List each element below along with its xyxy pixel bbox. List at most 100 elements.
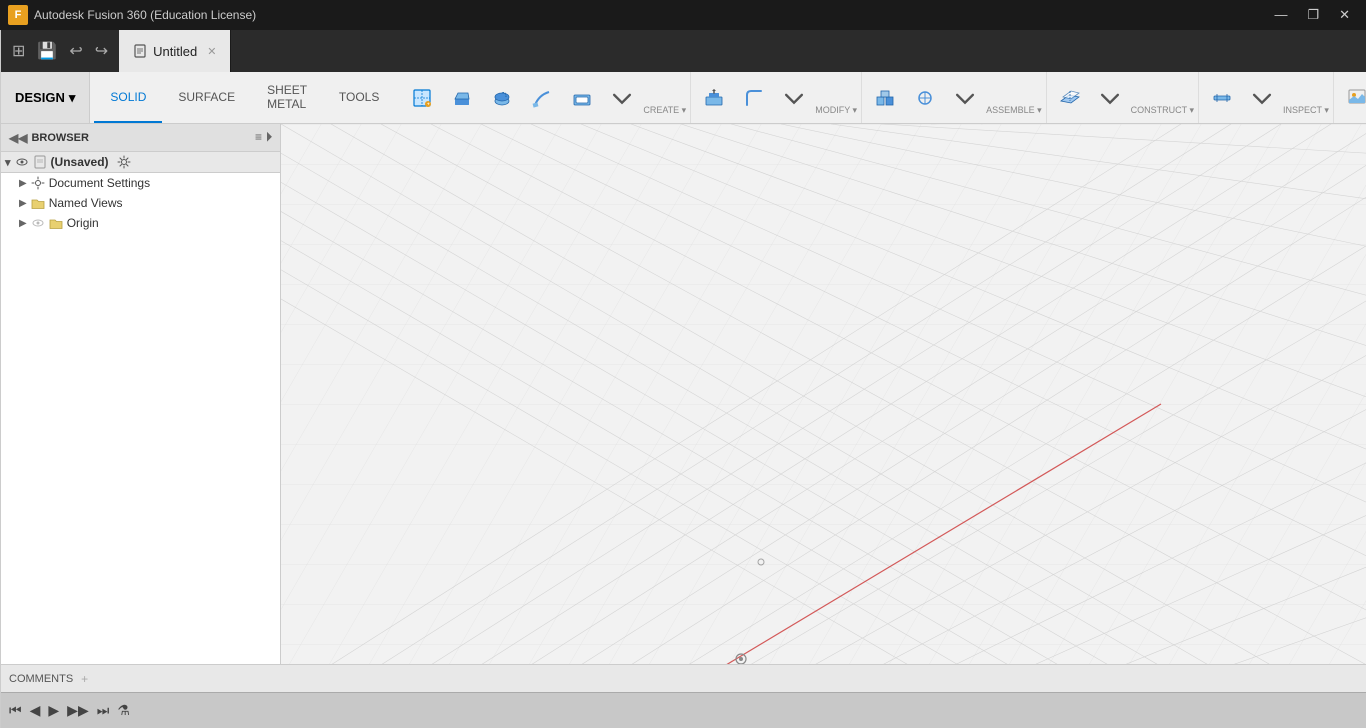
browser-origin-arrow: ▶ <box>19 218 27 229</box>
browser-named-views-label: Named Views <box>49 196 123 210</box>
close-button[interactable]: ✕ <box>1331 5 1358 25</box>
more-modify-button[interactable] <box>775 77 813 119</box>
fillet-button[interactable] <box>735 77 773 119</box>
browser-eye-icon[interactable] <box>15 155 29 169</box>
timeline-filter-icon[interactable]: ⚗ <box>117 702 130 719</box>
browser-settings-small-icon <box>31 176 45 190</box>
browser-origin-label: Origin <box>67 216 99 230</box>
browser-doc-settings-item[interactable]: ▶ Document Settings <box>1 173 280 193</box>
browser-content: ▾ (Unsaved) <box>1 152 280 664</box>
component-button[interactable] <box>866 77 904 119</box>
tab-grid-icon[interactable]: ⊞ <box>9 41 28 61</box>
timeline-next-button[interactable]: ▶▶ <box>67 702 89 719</box>
viewport[interactable]: Z Y X <box>281 124 1366 664</box>
press-pull-button[interactable] <box>695 77 733 119</box>
tabs-area: Untitled ✕ <box>119 30 1366 72</box>
browser-origin-item[interactable]: ▶ Origin <box>1 213 280 233</box>
design-mode-button[interactable]: DESIGN ▾ <box>1 72 90 123</box>
titlebar: F Autodesk Fusion 360 (Education License… <box>0 0 1366 30</box>
timeline-area: ⏮ ◀ ▶ ▶▶ ⏭ ⚗ ⚙ <box>1 692 1366 728</box>
toolbar-group-inspect: INSPECT ▾ <box>1199 72 1334 123</box>
assemble-label: ASSEMBLE ▾ <box>986 105 1042 119</box>
workspace: ◀◀ BROWSER ≡ ⏵ ▾ <box>1 124 1366 664</box>
right-panel: ⊞ 💾 ↩ ↪ Untitled ✕ ＋ <box>1 30 1366 728</box>
revolve-button[interactable] <box>483 77 521 119</box>
browser-doc-icon <box>33 155 47 169</box>
tab-bar: ⊞ 💾 ↩ ↪ Untitled ✕ ＋ <box>1 30 1366 72</box>
toolbar-group-assemble: ASSEMBLE ▾ <box>862 72 1047 123</box>
minimize-button[interactable]: — <box>1266 5 1295 25</box>
timeline-play-button[interactable]: ▶ <box>48 702 59 719</box>
construct-label: CONSTRUCT ▾ <box>1131 105 1194 119</box>
grid-canvas <box>281 124 1366 664</box>
browser-root-item[interactable]: ▾ (Unsaved) <box>1 152 280 173</box>
toolbar-groups: + <box>399 72 1366 123</box>
tab-undo-icon[interactable]: ↩ <box>66 41 85 61</box>
browser-header-left: ◀◀ BROWSER <box>9 131 89 145</box>
main-layout: Fabricio Cuba ▾ ALL PROJECTS ▾ New Proje… <box>0 30 1366 728</box>
more-assemble-button[interactable] <box>946 77 984 119</box>
tab-close-button[interactable]: ✕ <box>207 45 216 58</box>
maximize-button[interactable]: ❐ <box>1299 5 1327 25</box>
design-label: DESIGN <box>15 90 65 105</box>
comments-expand-icon[interactable]: + <box>81 672 88 686</box>
fusion-logo: F <box>8 5 28 25</box>
browser-doc-settings-label: Document Settings <box>49 176 150 190</box>
tab-title: Untitled <box>153 44 197 59</box>
toolbar-group-construct: CONSTRUCT ▾ <box>1047 72 1199 123</box>
browser-folder-icon <box>31 196 45 210</box>
timeline-prev-button[interactable]: ◀ <box>30 702 41 719</box>
joint-button[interactable] <box>906 77 944 119</box>
browser-menu-icon[interactable]: ≡ <box>255 130 262 145</box>
shell-button[interactable] <box>563 77 601 119</box>
comments-bar: COMMENTS + ⟳ ⊕ 🔒 🔍 ⊡ ⊞ ▦ ⋯ ⏸ <box>1 664 1366 692</box>
tab-tools[interactable]: TOOLS <box>323 72 395 123</box>
tab-untitled[interactable]: Untitled ✕ <box>119 30 231 72</box>
toolbar: DESIGN ▾ SOLID SURFACE SHEET METAL TOOLS <box>1 72 1366 124</box>
tab-surface[interactable]: SURFACE <box>162 72 251 123</box>
timeline-to-end-button[interactable]: ⏭ <box>97 702 110 719</box>
extrude-button[interactable] <box>443 77 481 119</box>
browser-header-right: ≡ ⏵ <box>255 130 272 145</box>
mode-tabs: SOLID SURFACE SHEET METAL TOOLS <box>90 72 399 123</box>
tab-solid[interactable]: SOLID <box>94 72 162 123</box>
browser-root-name: (Unsaved) <box>51 155 109 169</box>
browser-origin-eye-icon[interactable] <box>31 216 45 230</box>
timeline-to-start-button[interactable]: ⏮ <box>9 702 22 719</box>
browser-header: ◀◀ BROWSER ≡ ⏵ <box>1 124 280 152</box>
svg-text:+: + <box>427 101 430 106</box>
browser-named-views-item[interactable]: ▶ Named Views <box>1 193 280 213</box>
modify-label: MODIFY ▾ <box>815 105 857 119</box>
browser-title-label: BROWSER <box>31 132 88 144</box>
more-construct-button[interactable] <box>1091 77 1129 119</box>
browser-origin-folder-icon <box>49 216 63 230</box>
titlebar-controls: — ❐ ✕ <box>1266 5 1358 25</box>
more-create-button[interactable] <box>603 77 641 119</box>
measure-button[interactable] <box>1203 77 1241 119</box>
browser-settings-icon[interactable] <box>117 155 131 169</box>
toolbar-group-insert: INSERT ▾ <box>1334 72 1366 123</box>
offset-plane-button[interactable] <box>1051 77 1089 119</box>
inspect-label: INSPECT ▾ <box>1283 105 1329 119</box>
tab-save-icon[interactable]: 💾 <box>34 41 60 61</box>
tab-bar-left: ⊞ 💾 ↩ ↪ <box>1 30 119 72</box>
tab-sheet-metal[interactable]: SHEET METAL <box>251 72 323 123</box>
browser-root-collapse-icon: ▾ <box>5 156 11 169</box>
sketch-button[interactable]: + <box>403 77 441 119</box>
titlebar-title: Autodesk Fusion 360 (Education License) <box>34 8 256 22</box>
more-inspect-button[interactable] <box>1243 77 1281 119</box>
browser-back-icon[interactable]: ◀◀ <box>9 131 27 145</box>
browser-close-icon[interactable]: ⏵ <box>266 130 272 145</box>
browser-named-views-arrow: ▶ <box>19 198 27 209</box>
document-icon <box>133 44 147 58</box>
toolbar-group-create: + <box>399 72 691 123</box>
titlebar-left: F Autodesk Fusion 360 (Education License… <box>8 5 256 25</box>
browser-panel: ◀◀ BROWSER ≡ ⏵ ▾ <box>1 124 281 664</box>
create-label: CREATE ▾ <box>643 105 686 119</box>
tab-redo-icon[interactable]: ↪ <box>92 41 111 61</box>
browser-doc-settings-arrow: ▶ <box>19 178 27 189</box>
toolbar-group-modify: MODIFY ▾ <box>691 72 862 123</box>
insert-image-button[interactable] <box>1338 77 1366 119</box>
comments-label: COMMENTS <box>9 673 73 685</box>
sweep-button[interactable] <box>523 77 561 119</box>
